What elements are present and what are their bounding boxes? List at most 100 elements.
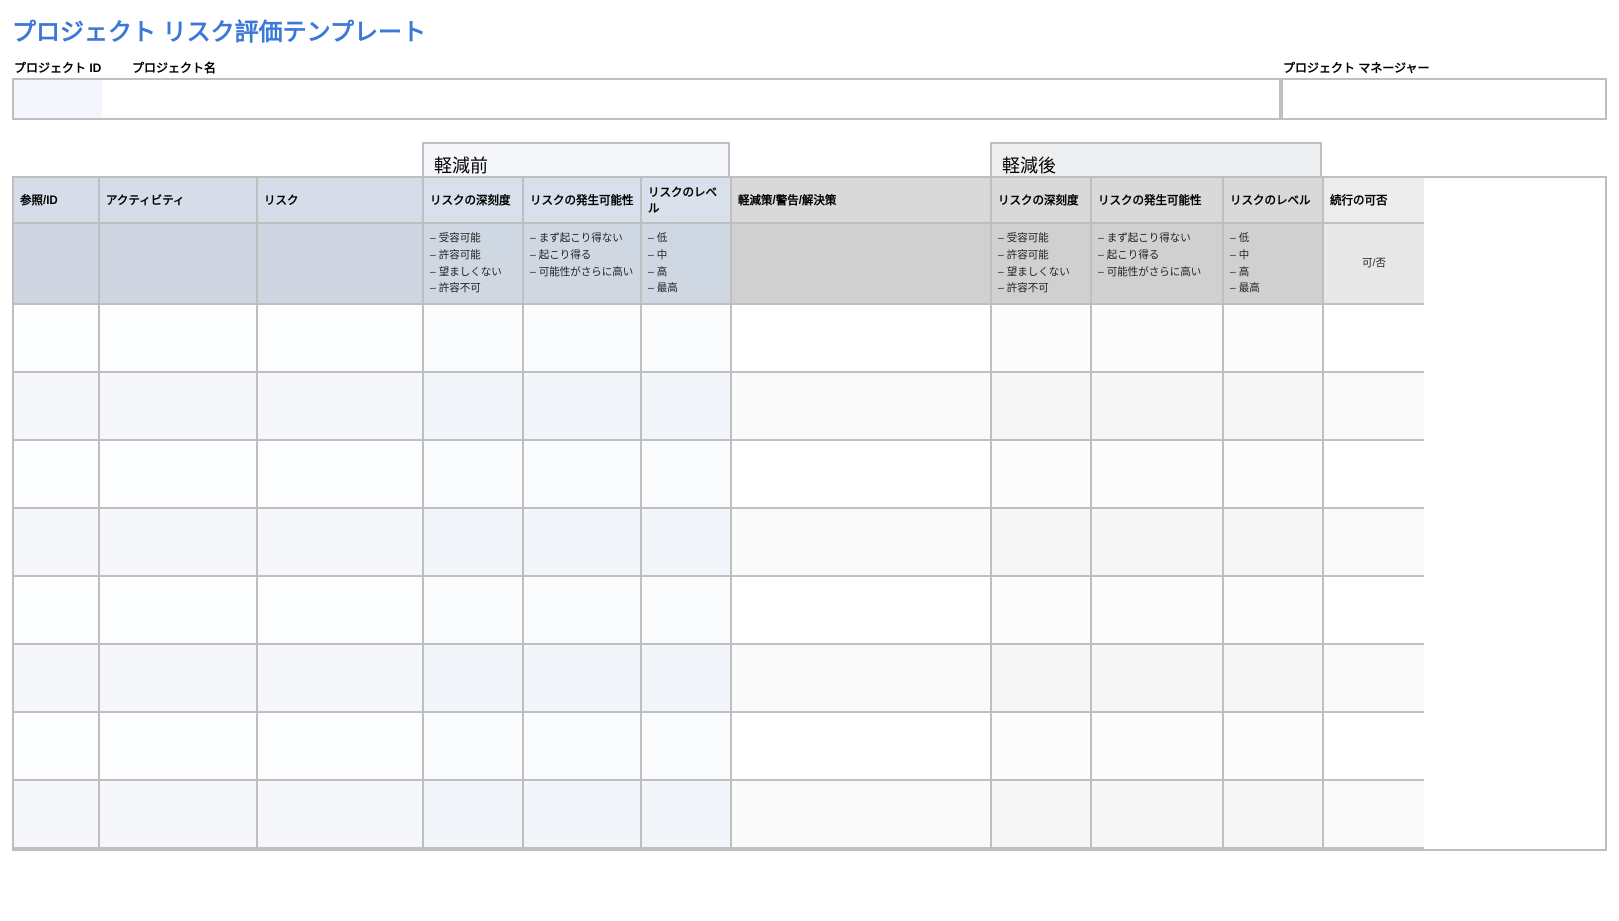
- data-cell-mitigation[interactable]: [732, 305, 992, 373]
- data-cell-mitigation[interactable]: [732, 781, 992, 849]
- data-cell-mitigation[interactable]: [732, 441, 992, 509]
- project-id-input[interactable]: [12, 78, 102, 120]
- data-cell-likelihood_post[interactable]: [1092, 441, 1224, 509]
- subinfo-mitigation: [732, 224, 992, 305]
- data-cell-risk[interactable]: [258, 373, 424, 441]
- data-cell-level_pre[interactable]: [642, 373, 732, 441]
- data-cell-ref_id[interactable]: [14, 577, 100, 645]
- data-cell-severity_post[interactable]: [992, 373, 1092, 441]
- data-cell-likelihood_post[interactable]: [1092, 305, 1224, 373]
- data-cell-continue[interactable]: [1324, 713, 1424, 781]
- data-cell-level_post[interactable]: [1224, 441, 1324, 509]
- data-cell-level_pre[interactable]: [642, 577, 732, 645]
- option-item: 可能性がさらに高い: [1098, 264, 1216, 281]
- data-cell-risk[interactable]: [258, 509, 424, 577]
- data-cell-likelihood_pre[interactable]: [524, 577, 642, 645]
- data-cell-likelihood_post[interactable]: [1092, 509, 1224, 577]
- data-cell-mitigation[interactable]: [732, 645, 992, 713]
- data-cell-severity_pre[interactable]: [424, 441, 524, 509]
- data-cell-severity_post[interactable]: [992, 713, 1092, 781]
- data-cell-level_pre[interactable]: [642, 305, 732, 373]
- data-cell-likelihood_post[interactable]: [1092, 373, 1224, 441]
- data-cell-mitigation[interactable]: [732, 713, 992, 781]
- project-name-input[interactable]: [102, 78, 1281, 120]
- option-item: 許容可能: [430, 247, 516, 264]
- data-cell-level_pre[interactable]: [642, 441, 732, 509]
- data-cell-activity[interactable]: [100, 645, 258, 713]
- data-cell-risk[interactable]: [258, 577, 424, 645]
- data-cell-likelihood_pre[interactable]: [524, 373, 642, 441]
- data-cell-severity_pre[interactable]: [424, 373, 524, 441]
- data-cell-level_post[interactable]: [1224, 509, 1324, 577]
- data-cell-ref_id[interactable]: [14, 305, 100, 373]
- data-cell-level_post[interactable]: [1224, 645, 1324, 713]
- data-cell-likelihood_pre[interactable]: [524, 713, 642, 781]
- data-cell-likelihood_post[interactable]: [1092, 713, 1224, 781]
- data-cell-severity_pre[interactable]: [424, 645, 524, 713]
- data-cell-ref_id[interactable]: [14, 509, 100, 577]
- data-cell-likelihood_pre[interactable]: [524, 441, 642, 509]
- data-cell-ref_id[interactable]: [14, 441, 100, 509]
- project-manager-label: プロジェクト マネージャー: [1281, 59, 1607, 78]
- data-cell-mitigation[interactable]: [732, 373, 992, 441]
- data-cell-activity[interactable]: [100, 509, 258, 577]
- option-item: 受容可能: [998, 230, 1084, 247]
- data-cell-continue[interactable]: [1324, 441, 1424, 509]
- data-cell-ref_id[interactable]: [14, 713, 100, 781]
- data-cell-likelihood_post[interactable]: [1092, 577, 1224, 645]
- data-cell-likelihood_pre[interactable]: [524, 645, 642, 713]
- data-cell-ref_id[interactable]: [14, 645, 100, 713]
- data-cell-level_pre[interactable]: [642, 645, 732, 713]
- data-cell-mitigation[interactable]: [732, 509, 992, 577]
- data-cell-continue[interactable]: [1324, 373, 1424, 441]
- data-cell-level_pre[interactable]: [642, 713, 732, 781]
- data-cell-level_post[interactable]: [1224, 373, 1324, 441]
- data-cell-severity_post[interactable]: [992, 509, 1092, 577]
- data-cell-level_post[interactable]: [1224, 781, 1324, 849]
- data-cell-activity[interactable]: [100, 305, 258, 373]
- data-cell-level_pre[interactable]: [642, 781, 732, 849]
- subinfo-level-pre: 低中高最高: [642, 224, 732, 305]
- col-level-post: リスクのレベル: [1224, 178, 1324, 224]
- data-cell-severity_post[interactable]: [992, 305, 1092, 373]
- data-cell-likelihood_post[interactable]: [1092, 781, 1224, 849]
- data-cell-mitigation[interactable]: [732, 577, 992, 645]
- data-cell-likelihood_pre[interactable]: [524, 509, 642, 577]
- data-cell-severity_pre[interactable]: [424, 305, 524, 373]
- data-cell-level_post[interactable]: [1224, 305, 1324, 373]
- data-cell-likelihood_post[interactable]: [1092, 645, 1224, 713]
- data-cell-risk[interactable]: [258, 645, 424, 713]
- data-cell-likelihood_pre[interactable]: [524, 781, 642, 849]
- data-cell-severity_pre[interactable]: [424, 781, 524, 849]
- data-cell-level_post[interactable]: [1224, 713, 1324, 781]
- data-cell-level_post[interactable]: [1224, 577, 1324, 645]
- data-cell-severity_post[interactable]: [992, 577, 1092, 645]
- data-cell-risk[interactable]: [258, 713, 424, 781]
- option-item: 最高: [1230, 280, 1316, 297]
- data-cell-activity[interactable]: [100, 577, 258, 645]
- data-cell-ref_id[interactable]: [14, 373, 100, 441]
- data-cell-continue[interactable]: [1324, 645, 1424, 713]
- data-cell-level_pre[interactable]: [642, 509, 732, 577]
- data-cell-risk[interactable]: [258, 305, 424, 373]
- data-cell-risk[interactable]: [258, 781, 424, 849]
- data-cell-continue[interactable]: [1324, 781, 1424, 849]
- data-cell-continue[interactable]: [1324, 509, 1424, 577]
- data-cell-continue[interactable]: [1324, 305, 1424, 373]
- data-cell-continue[interactable]: [1324, 577, 1424, 645]
- data-cell-risk[interactable]: [258, 441, 424, 509]
- data-cell-severity_post[interactable]: [992, 645, 1092, 713]
- data-cell-ref_id[interactable]: [14, 781, 100, 849]
- data-cell-activity[interactable]: [100, 781, 258, 849]
- data-cell-severity_post[interactable]: [992, 441, 1092, 509]
- data-cell-severity_pre[interactable]: [424, 577, 524, 645]
- project-manager-input[interactable]: [1281, 78, 1607, 120]
- project-name-label: プロジェクト名: [102, 59, 1281, 78]
- data-cell-severity_pre[interactable]: [424, 713, 524, 781]
- data-cell-severity_post[interactable]: [992, 781, 1092, 849]
- data-cell-activity[interactable]: [100, 373, 258, 441]
- data-cell-likelihood_pre[interactable]: [524, 305, 642, 373]
- data-cell-severity_pre[interactable]: [424, 509, 524, 577]
- data-cell-activity[interactable]: [100, 441, 258, 509]
- data-cell-activity[interactable]: [100, 713, 258, 781]
